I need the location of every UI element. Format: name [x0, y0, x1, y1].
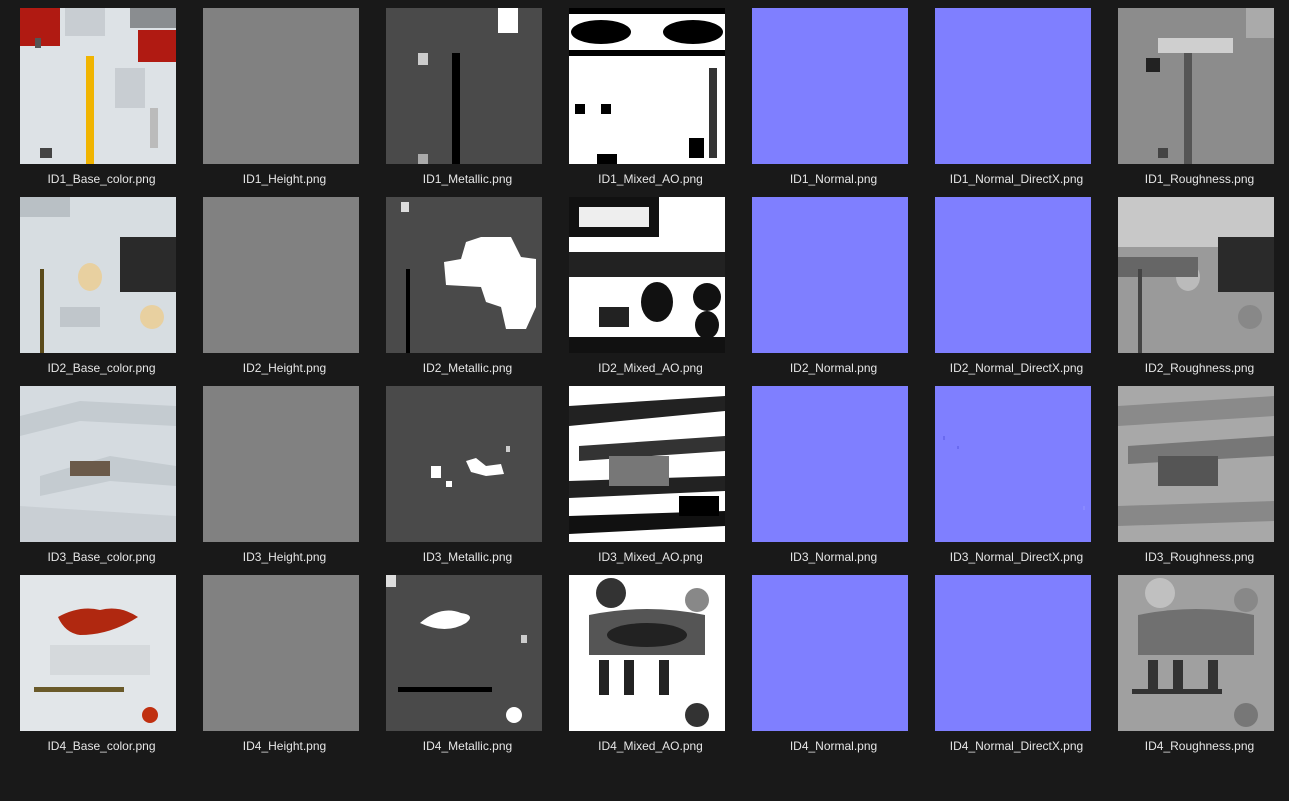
file-name: ID1_Mixed_AO.png [598, 172, 703, 186]
texture-thumbnail [1118, 386, 1274, 542]
file-name: ID4_Metallic.png [422, 739, 513, 753]
file-item[interactable]: ID1_Roughness.png [1108, 0, 1289, 189]
texture-thumbnail [386, 386, 542, 542]
file-name: ID4_Mixed_AO.png [598, 739, 703, 753]
file-name: ID2_Height.png [242, 361, 327, 375]
texture-thumbnail [935, 197, 1091, 353]
file-item[interactable]: ID2_Metallic.png [376, 189, 559, 378]
file-name: ID2_Roughness.png [1144, 361, 1255, 375]
texture-thumbnail [569, 8, 725, 164]
file-item[interactable]: ID3_Roughness.png [1108, 378, 1289, 567]
file-name: ID3_Base_color.png [47, 550, 156, 564]
texture-thumbnail [203, 8, 359, 164]
file-item[interactable]: ID1_Base_color.png [10, 0, 193, 189]
file-item[interactable]: ID4_Roughness.png [1108, 567, 1289, 756]
texture-thumbnail [935, 8, 1091, 164]
file-grid: ID1_Base_color.png ID1_Height.png ID1_Me… [0, 0, 1289, 801]
file-name: ID4_Base_color.png [47, 739, 156, 753]
file-name: ID3_Roughness.png [1144, 550, 1255, 564]
file-item[interactable]: ID4_Metallic.png [376, 567, 559, 756]
file-item[interactable]: ID1_Normal_DirectX.png [925, 0, 1108, 189]
file-name: ID3_Metallic.png [422, 550, 513, 564]
file-item[interactable]: ID3_Normal_DirectX.png [925, 378, 1108, 567]
file-name: ID3_Normal_DirectX.png [949, 550, 1084, 564]
file-item[interactable]: ID4_Normal.png [742, 567, 925, 756]
file-name: ID1_Height.png [242, 172, 327, 186]
file-item[interactable]: ID2_Height.png [193, 189, 376, 378]
file-name: ID4_Height.png [242, 739, 327, 753]
file-item[interactable]: ID3_Base_color.png [10, 378, 193, 567]
texture-thumbnail [20, 197, 176, 353]
file-item[interactable]: ID1_Metallic.png [376, 0, 559, 189]
file-name: ID3_Mixed_AO.png [598, 550, 703, 564]
file-item[interactable]: ID1_Height.png [193, 0, 376, 189]
file-item[interactable]: ID2_Normal.png [742, 189, 925, 378]
file-name: ID2_Base_color.png [47, 361, 156, 375]
file-item[interactable]: ID3_Normal.png [742, 378, 925, 567]
file-item[interactable]: ID3_Metallic.png [376, 378, 559, 567]
file-item[interactable]: ID4_Base_color.png [10, 567, 193, 756]
file-name: ID3_Normal.png [789, 550, 878, 564]
texture-thumbnail [1118, 575, 1274, 731]
texture-thumbnail [935, 575, 1091, 731]
file-item[interactable]: ID2_Mixed_AO.png [559, 189, 742, 378]
texture-thumbnail [20, 575, 176, 731]
file-name: ID2_Normal_DirectX.png [949, 361, 1084, 375]
file-item[interactable]: ID1_Mixed_AO.png [559, 0, 742, 189]
file-name: ID1_Metallic.png [422, 172, 513, 186]
file-name: ID3_Height.png [242, 550, 327, 564]
texture-thumbnail [203, 386, 359, 542]
texture-thumbnail [386, 8, 542, 164]
texture-thumbnail [752, 575, 908, 731]
texture-thumbnail [1118, 197, 1274, 353]
file-item[interactable]: ID2_Roughness.png [1108, 189, 1289, 378]
file-item[interactable]: ID1_Normal.png [742, 0, 925, 189]
file-item[interactable]: ID4_Mixed_AO.png [559, 567, 742, 756]
texture-thumbnail [386, 575, 542, 731]
file-item[interactable]: ID2_Normal_DirectX.png [925, 189, 1108, 378]
texture-thumbnail [203, 197, 359, 353]
file-name: ID1_Roughness.png [1144, 172, 1255, 186]
file-name: ID2_Metallic.png [422, 361, 513, 375]
file-item[interactable]: ID3_Mixed_AO.png [559, 378, 742, 567]
file-name: ID4_Roughness.png [1144, 739, 1255, 753]
file-item[interactable]: ID3_Height.png [193, 378, 376, 567]
texture-thumbnail [386, 197, 542, 353]
texture-thumbnail [569, 197, 725, 353]
file-item[interactable]: ID4_Normal_DirectX.png [925, 567, 1108, 756]
texture-thumbnail [20, 386, 176, 542]
file-name: ID1_Base_color.png [47, 172, 156, 186]
file-item[interactable]: ID2_Base_color.png [10, 189, 193, 378]
file-name: ID4_Normal.png [789, 739, 878, 753]
texture-thumbnail [752, 8, 908, 164]
file-name: ID2_Normal.png [789, 361, 878, 375]
texture-thumbnail [935, 386, 1091, 542]
texture-thumbnail [752, 197, 908, 353]
texture-thumbnail [20, 8, 176, 164]
file-name: ID2_Mixed_AO.png [598, 361, 703, 375]
file-item[interactable]: ID4_Height.png [193, 567, 376, 756]
file-name: ID1_Normal.png [789, 172, 878, 186]
texture-thumbnail [752, 386, 908, 542]
texture-thumbnail [569, 386, 725, 542]
file-name: ID4_Normal_DirectX.png [949, 739, 1084, 753]
texture-thumbnail [569, 575, 725, 731]
texture-thumbnail [1118, 8, 1274, 164]
file-name: ID1_Normal_DirectX.png [949, 172, 1084, 186]
texture-thumbnail [203, 575, 359, 731]
